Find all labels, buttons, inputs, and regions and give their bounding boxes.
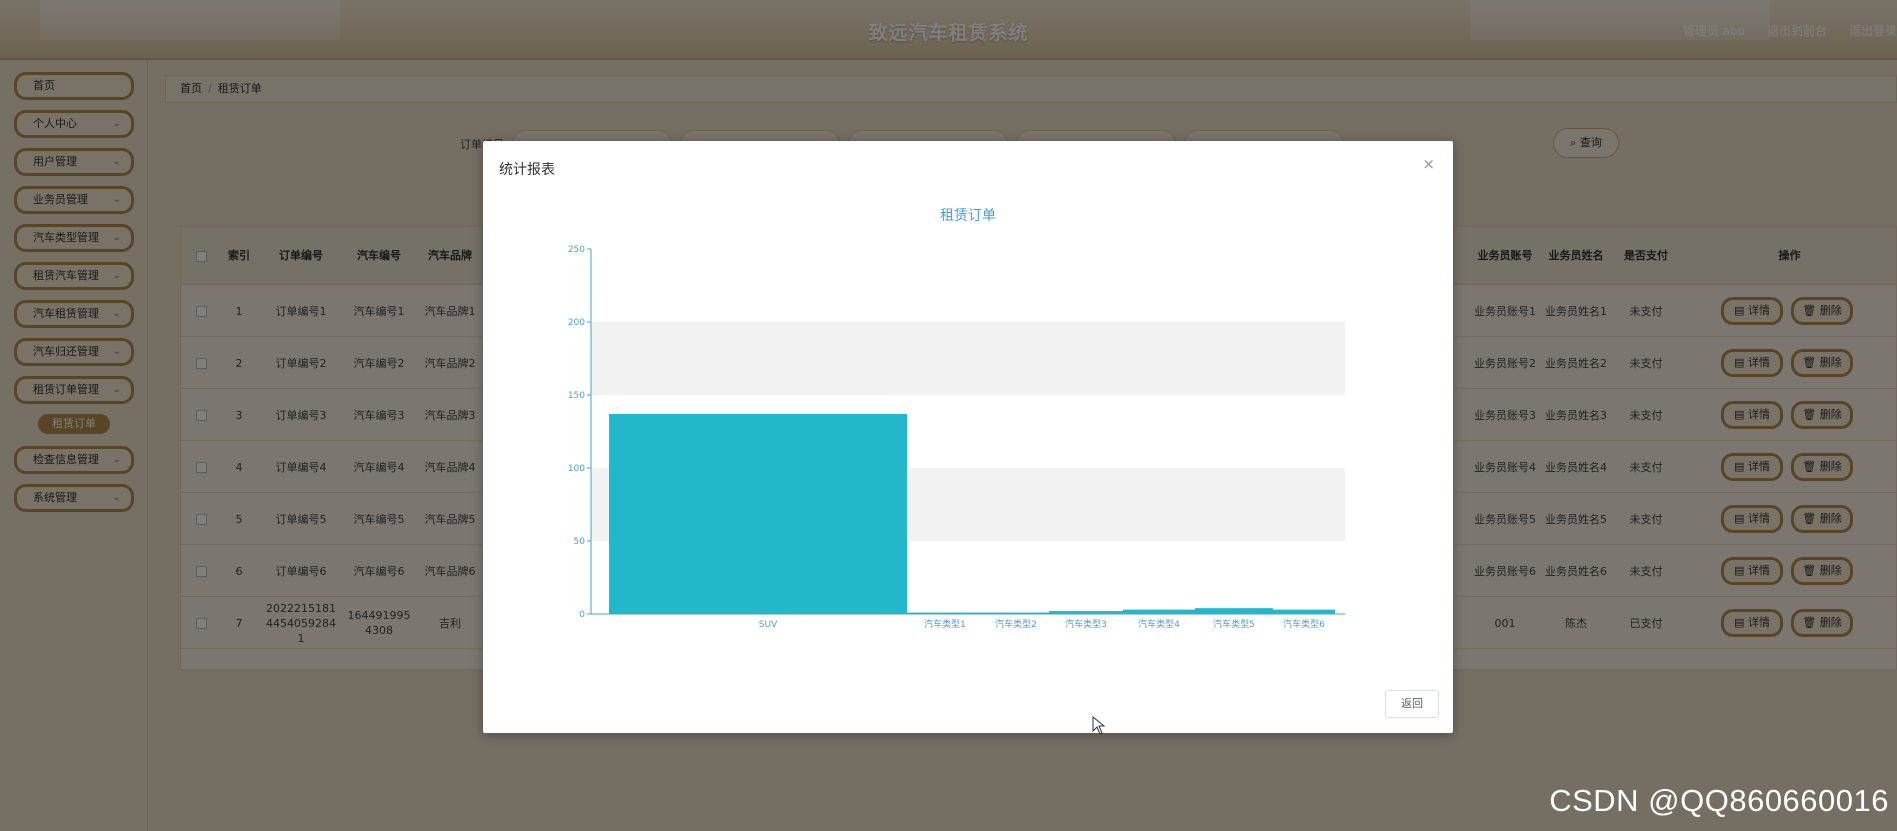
x-tick-label: 汽车类型3 — [1065, 618, 1107, 630]
bar — [1195, 608, 1273, 614]
x-tick-label: 汽车类型5 — [1213, 618, 1255, 630]
y-tick-label: 200 — [568, 318, 585, 328]
watermark: CSDN @QQ860660016 — [1549, 783, 1889, 818]
x-tick-label: 汽车类型4 — [1138, 618, 1180, 630]
bar — [609, 413, 907, 614]
bar — [1123, 609, 1195, 614]
y-tick-label: 150 — [568, 391, 585, 401]
x-tick-label: 汽车类型6 — [1283, 618, 1325, 630]
stats-report-dialog: 统计报表 × 租赁订单 0 50 100 150 200 250 SUV 汽车类型1 汽车类型2… — [483, 141, 1453, 733]
y-tick-label: 50 — [574, 537, 586, 547]
x-tick-label: 汽车类型2 — [995, 618, 1037, 630]
bar — [1273, 609, 1335, 614]
bar-chart: 0 50 100 150 200 250 SUV 汽车类型1 汽车类型2 汽车类型3 汽车类型4 汽车… — [568, 245, 1345, 630]
bar — [983, 612, 1049, 614]
bar — [1049, 611, 1123, 614]
y-tick-label: 250 — [568, 245, 585, 255]
y-tick-label: 100 — [568, 464, 585, 474]
mouse-cursor-icon — [1092, 715, 1106, 739]
grid-band — [591, 322, 1345, 395]
y-tick-label: 0 — [579, 610, 585, 620]
back-button[interactable]: 返回 — [1385, 690, 1439, 718]
x-tick-label: 汽车类型1 — [924, 618, 966, 630]
bar — [907, 612, 983, 614]
x-tick-label: SUV — [759, 620, 778, 630]
